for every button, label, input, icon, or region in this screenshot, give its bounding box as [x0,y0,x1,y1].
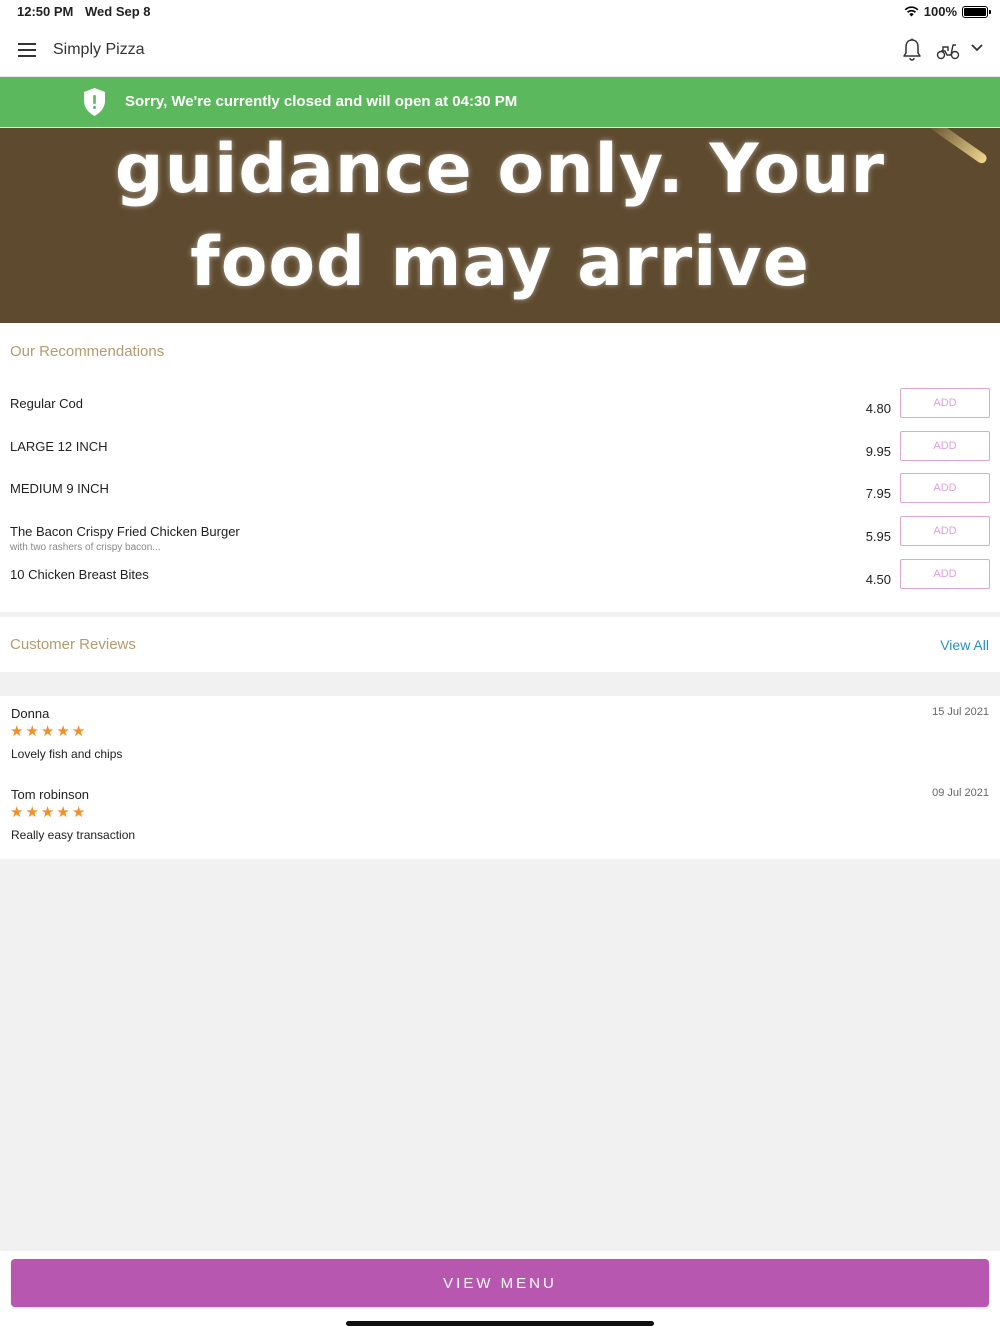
status-indicators: 100% [904,4,991,19]
add-button[interactable]: ADD [900,473,990,503]
chevron-down-icon[interactable] [970,43,984,53]
star-icon: ★ [40,723,55,740]
bell-icon[interactable] [902,38,922,62]
add-button[interactable]: ADD [900,516,990,546]
reviews-list: Donna 15 Jul 2021 ★ ★ ★ ★ ★ Lovely fish … [0,696,1000,859]
scooter-icon[interactable] [936,40,960,60]
battery-percent: 100% [923,4,957,19]
recommendations-title: Our Recommendations [10,343,165,360]
review-item: Donna 15 Jul 2021 ★ ★ ★ ★ ★ Lovely fish … [0,696,1000,776]
star-icon: ★ [56,723,70,740]
status-time: 12:50 PM [17,4,74,19]
star-rating: ★ ★ ★ ★ ★ [10,805,85,820]
view-menu-button[interactable]: VIEW MENU [11,1259,989,1307]
hamburger-menu-icon[interactable] [18,43,36,57]
closed-banner: Sorry, We're currently closed and will o… [0,77,1000,127]
reviews-header: Customer Reviews View All [0,617,1000,672]
app-title: Simply Pizza [53,41,145,58]
home-indicator [346,1321,654,1326]
item-name: The Bacon Crispy Fried Chicken Burger [10,524,240,539]
status-bar: 12:50 PM Wed Sep 8 100% [0,0,1000,24]
closed-message: Sorry, We're currently closed and will o… [125,93,518,110]
star-icon: ★ [40,804,55,821]
view-all-link[interactable]: View All [940,637,989,653]
recommendation-item: MEDIUM 9 INCH 7.95 ADD [0,473,1000,523]
review-date: 15 Jul 2021 [932,706,989,718]
hero-banner-image: guidance only. Your food may arrive [0,128,1000,323]
shield-alert-icon [84,88,105,116]
review-date: 09 Jul 2021 [932,787,989,799]
review-text: Really easy transaction [11,828,136,842]
status-time-date: 12:50 PM Wed Sep 8 [17,4,159,19]
item-description: with two rashers of crispy bacon... [10,542,161,553]
item-name: LARGE 12 INCH [10,439,108,454]
item-name: 10 Chicken Breast Bites [10,567,149,582]
star-icon: ★ [10,723,24,740]
wifi-icon [904,6,919,17]
star-icon: ★ [56,804,70,821]
add-button[interactable]: ADD [900,559,990,589]
review-item: Tom robinson 09 Jul 2021 ★ ★ ★ ★ ★ Reall… [0,777,1000,857]
reviewer-name: Tom robinson [11,787,90,802]
recommendations-section: Our Recommendations Regular Cod 4.80 ADD… [0,323,1000,612]
star-icon: ★ [25,804,39,821]
item-price: 9.95 [865,444,891,459]
recommendation-item: 10 Chicken Breast Bites 4.50 ADD [0,559,1000,609]
recommendation-item: The Bacon Crispy Fried Chicken Burger wi… [0,516,1000,566]
star-icon: ★ [10,804,24,821]
item-price: 7.95 [865,486,891,501]
star-rating: ★ ★ ★ ★ ★ [10,724,85,739]
item-name: Regular Cod [10,396,83,411]
item-price: 4.50 [865,572,891,587]
item-price: 4.80 [865,401,891,416]
star-icon: ★ [71,723,86,740]
reviews-title: Customer Reviews [10,636,136,653]
hero-text-line1: guidance only. Your [114,130,886,209]
add-button[interactable]: ADD [900,431,990,461]
hero-text-line2: food may arrive [190,223,810,302]
item-price: 5.95 [865,529,891,544]
item-name: MEDIUM 9 INCH [10,481,109,496]
app-header: Simply Pizza [0,24,1000,77]
status-date: Wed Sep 8 [85,4,151,19]
recommendation-item: LARGE 12 INCH 9.95 ADD [0,431,1000,481]
battery-icon [962,5,991,18]
recommendation-item: Regular Cod 4.80 ADD [0,388,1000,438]
reviewer-name: Donna [11,706,50,721]
star-icon: ★ [71,804,86,821]
add-button[interactable]: ADD [900,388,990,418]
star-icon: ★ [25,723,39,740]
review-text: Lovely fish and chips [11,747,123,761]
